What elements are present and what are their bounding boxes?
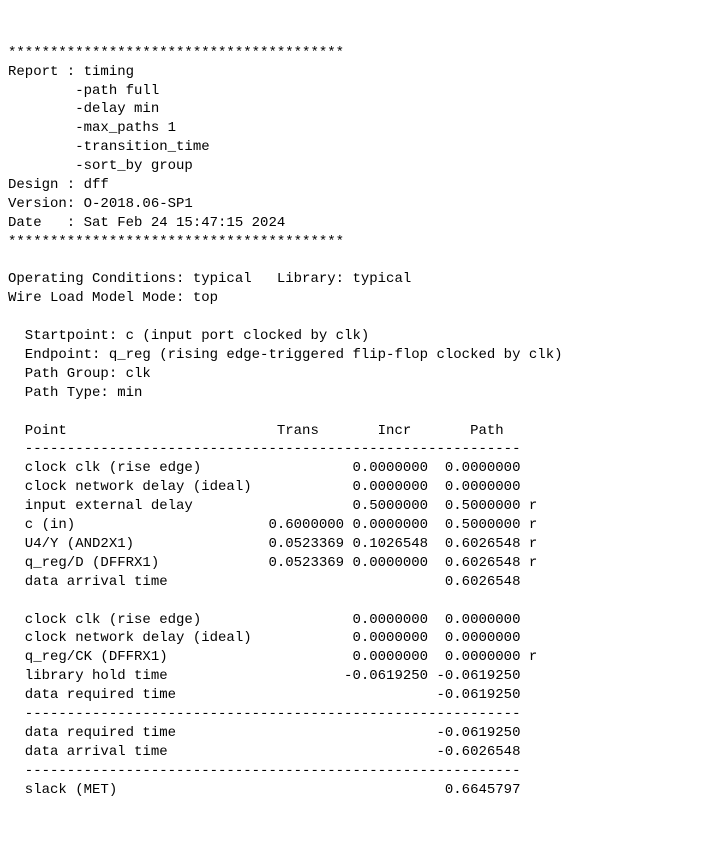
table-row: data required time -0.0619250 [8,725,520,741]
table-dash: ----------------------------------------… [8,763,520,779]
divider-top: **************************************** [8,45,344,61]
opt-path: -path full [8,83,159,99]
opt-maxpaths: -max_paths 1 [8,120,176,136]
table-row: q_reg/D (DFFRX1) 0.0523369 0.0000000 0.6… [8,555,537,571]
table-row: clock clk (rise edge) 0.0000000 0.000000… [8,612,520,628]
version-line: Version: O-2018.06-SP1 [8,196,193,212]
table-row: U4/Y (AND2X1) 0.0523369 0.1026548 0.6026… [8,536,537,552]
table-header: Point Trans Incr Path [8,423,504,439]
wire-load-mode: Wire Load Model Mode: top [8,290,218,306]
table-row: clock network delay (ideal) 0.0000000 0.… [8,479,520,495]
table-row: data arrival time 0.6026548 [8,574,520,590]
date-line: Date : Sat Feb 24 15:47:15 2024 [8,215,285,231]
table-row: data required time -0.0619250 [8,687,520,703]
opt-sortby: -sort_by group [8,158,193,174]
startpoint: Startpoint: c (input port clocked by clk… [8,328,369,344]
table-row: library hold time -0.0619250 -0.0619250 [8,668,520,684]
design-line: Design : dff [8,177,109,193]
endpoint: Endpoint: q_reg (rising edge-triggered f… [8,347,563,363]
report-label: Report : timing [8,64,134,80]
table-dash: ----------------------------------------… [8,441,520,457]
divider-bottom: **************************************** [8,234,344,250]
path-group: Path Group: clk [8,366,151,382]
operating-conditions: Operating Conditions: typical Library: t… [8,271,411,287]
table-row: data arrival time -0.6026548 [8,744,520,760]
table-row: input external delay 0.5000000 0.5000000… [8,498,537,514]
table-row: clock network delay (ideal) 0.0000000 0.… [8,630,520,646]
slack-row: slack (MET) 0.6645797 [8,782,520,798]
opt-transition: -transition_time [8,139,210,155]
opt-delay: -delay min [8,101,159,117]
path-type: Path Type: min [8,385,142,401]
table-row: clock clk (rise edge) 0.0000000 0.000000… [8,460,520,476]
table-row: q_reg/CK (DFFRX1) 0.0000000 0.0000000 r [8,649,537,665]
table-dash: ----------------------------------------… [8,706,520,722]
table-row: c (in) 0.6000000 0.0000000 0.5000000 r [8,517,537,533]
